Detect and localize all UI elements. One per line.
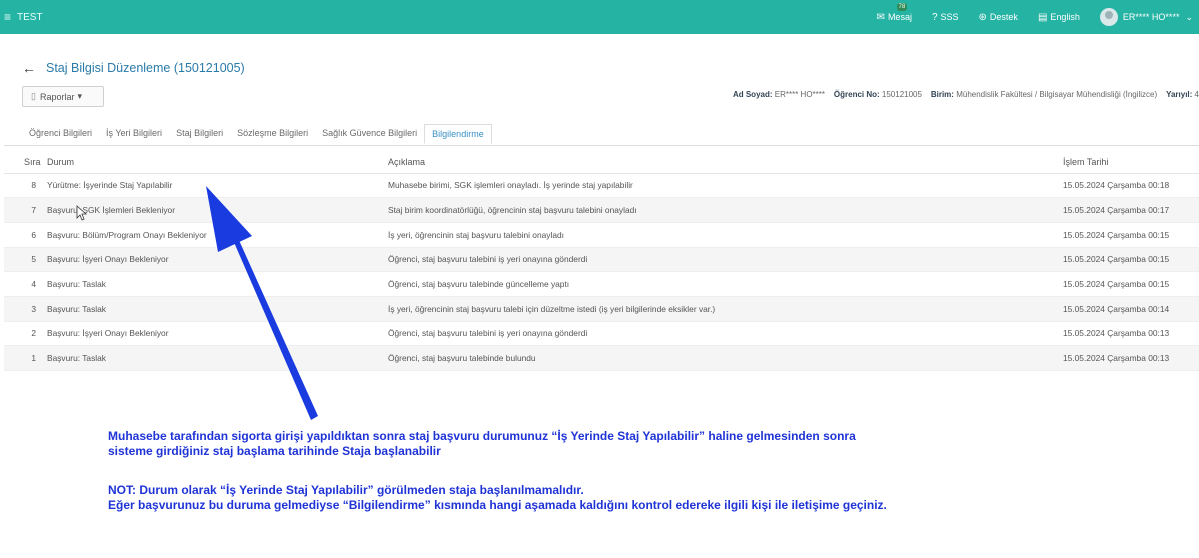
cell-sira: 2 (31, 328, 36, 339)
user-menu[interactable]: ER**** HO**** ⌄ (1099, 8, 1199, 26)
cell-durum: Başvuru: İşyeri Onayı Bekleniyor (47, 254, 169, 265)
note-line-3: NOT: Durum olarak “İş Yerinde Staj Yapıl… (108, 483, 584, 497)
student-no-label: Öğrenci No: (833, 90, 880, 99)
name-value: ER**** HO**** (774, 90, 825, 99)
cell-sira: 7 (31, 205, 36, 216)
table-header-row: Sıra Durum Açıklama İşlem Tarihi (4, 151, 1199, 174)
language-icon: ▤ (1037, 11, 1048, 23)
envelope-icon: ✉ (876, 11, 885, 23)
header-aciklama[interactable]: Açıklama (388, 151, 1063, 174)
table-row[interactable]: 3 Başvuru: Taslak İş yeri, öğrencinin st… (4, 296, 1199, 322)
support-icon: ⊛ (978, 11, 987, 23)
tab-divider (4, 145, 1199, 146)
tab-sozlesme-bilgileri[interactable]: Sözleşme Bilgileri (230, 124, 315, 144)
tab-bilgilendirme[interactable]: Bilgilendirme (424, 124, 492, 144)
cell-sira: 6 (31, 229, 36, 240)
table-row[interactable]: 1 Başvuru: Taslak Öğrenci, staj başvuru … (4, 345, 1199, 371)
cell-tarih: 15.05.2024 Çarşamba 00:15 (1063, 279, 1170, 290)
table-row[interactable]: 5 Başvuru: İşyeri Onayı Bekleniyor Öğren… (4, 247, 1199, 272)
name-label: Ad Soyad: (732, 90, 773, 99)
header-durum[interactable]: Durum (47, 151, 388, 174)
tab-ogrenci-bilgileri[interactable]: Öğrenci Bilgileri (22, 124, 99, 144)
cell-durum: Başvuru: SGK İşlemleri Bekleniyor (47, 205, 175, 216)
status-history-table: Sıra Durum Açıklama İşlem Tarihi 8 Yürüt… (4, 151, 1199, 371)
unit-label: Birim: (930, 90, 954, 99)
support-label: Destek (989, 12, 1018, 22)
unit-value: Mühendislik Fakültesi / Bilgisayar Mühen… (956, 90, 1158, 99)
message-link[interactable]: ✉ Mesaj 78 (876, 2, 912, 23)
language-label: English (1050, 12, 1080, 22)
cell-aciklama: İş yeri, öğrencinin staj başvuru talebi … (388, 303, 716, 314)
faq-link[interactable]: ? SSS (932, 12, 959, 23)
note-line-1: Muhasebe tarafından sigorta girişi yapıl… (108, 429, 856, 443)
top-navbar: ≡ TEST ✉ Mesaj 78 ? SSS ⊛ Destek ▤ Engli… (0, 0, 1199, 34)
cell-tarih: 15.05.2024 Çarşamba 00:13 (1063, 328, 1170, 339)
cell-sira: 1 (31, 353, 36, 364)
semester-value: 4 (1194, 90, 1199, 99)
table-row[interactable]: 6 Başvuru: Bölüm/Program Onayı Bekleniyo… (4, 222, 1199, 248)
cell-tarih: 15.05.2024 Çarşamba 00:17 (1063, 205, 1170, 216)
table-row[interactable]: 2 Başvuru: İşyeri Onayı Bekleniyor Öğren… (4, 321, 1199, 346)
cell-durum: Başvuru: Taslak (47, 303, 106, 314)
mouse-cursor-icon (76, 205, 88, 221)
cell-sira: 4 (31, 279, 36, 290)
message-label: Mesaj (887, 12, 912, 22)
cell-durum: Başvuru: Taslak (47, 279, 106, 290)
cell-aciklama: Öğrenci, staj başvuru talebini iş yeri o… (388, 328, 588, 339)
cell-durum: Başvuru: İşyeri Onayı Bekleniyor (47, 328, 169, 339)
tab-saglik-guvence-bilgileri[interactable]: Sağlık Güvence Bilgileri (315, 124, 424, 144)
cell-tarih: 15.05.2024 Çarşamba 00:14 (1063, 303, 1170, 314)
semester-label: Yarıyıl: (1166, 90, 1193, 99)
student-no-value: 150121005 (881, 90, 922, 99)
cell-tarih: 15.05.2024 Çarşamba 00:15 (1063, 254, 1170, 265)
caret-down-icon: ▾ (77, 91, 82, 101)
faq-label: SSS (940, 12, 959, 22)
document-icon: ▯ (31, 91, 36, 101)
cell-aciklama: Öğrenci, staj başvuru talebini iş yeri o… (388, 254, 588, 265)
student-info: Ad Soyad: ER**** HO**** Öğrenci No: 1501… (733, 90, 1199, 99)
tab-staj-bilgileri[interactable]: Staj Bilgileri (169, 124, 230, 144)
cell-durum: Yürütme: İşyerinde Staj Yapılabilir (47, 180, 173, 191)
support-link[interactable]: ⊛ Destek (979, 12, 1018, 23)
language-link[interactable]: ▤ English (1038, 12, 1080, 23)
note-line-4: Eğer başvurunuz bu duruma gelmediyse “Bi… (108, 498, 887, 512)
page-title: Staj Bilgisi Düzenleme (150121005) (46, 61, 245, 75)
reports-label: Raporlar (39, 91, 75, 102)
note-line-2: sisteme girdiğiniz staj başlama tarihind… (108, 444, 441, 458)
cell-sira: 8 (31, 180, 36, 191)
table-row[interactable]: 7 Başvuru: SGK İşlemleri Bekleniyor Staj… (4, 197, 1199, 223)
cell-aciklama: Muhasebe birimi, SGK işlemleri onayladı.… (388, 180, 633, 191)
message-count-badge: 78 (896, 2, 908, 11)
app-name: TEST (17, 11, 43, 23)
chevron-down-icon: ⌄ (1185, 11, 1193, 22)
cell-durum: Başvuru: Taslak (47, 353, 106, 364)
cell-durum: Başvuru: Bölüm/Program Onayı Bekleniyor (47, 229, 207, 240)
reports-button[interactable]: ▯ Raporlar ▾ (22, 86, 104, 107)
menu-icon[interactable]: ≡ (4, 10, 11, 24)
cell-tarih: 15.05.2024 Çarşamba 00:18 (1063, 180, 1170, 191)
app-brand[interactable]: ≡ TEST (0, 10, 43, 24)
cell-aciklama: Staj birim koordinatörlüğü, öğrencinin s… (388, 205, 637, 216)
cell-aciklama: İş yeri, öğrencinin staj başvuru talebin… (388, 229, 564, 240)
cell-sira: 5 (31, 254, 36, 265)
cell-tarih: 15.05.2024 Çarşamba 00:13 (1063, 353, 1170, 364)
tab-bar: Öğrenci Bilgileri İş Yeri Bilgileri Staj… (22, 124, 492, 144)
cell-sira: 3 (31, 303, 36, 314)
question-icon: ? (931, 11, 938, 23)
cell-tarih: 15.05.2024 Çarşamba 00:15 (1063, 229, 1170, 240)
avatar (1099, 8, 1118, 26)
user-name: ER**** HO**** (1122, 12, 1180, 22)
cell-aciklama: Öğrenci, staj başvuru talebinde bulundu (388, 353, 536, 364)
table-row[interactable]: 4 Başvuru: Taslak Öğrenci, staj başvuru … (4, 272, 1199, 297)
header-islem-tarihi[interactable]: İşlem Tarihi (1063, 151, 1199, 174)
header-sira[interactable]: Sıra (4, 151, 47, 174)
back-arrow-icon[interactable]: ← (22, 60, 36, 76)
table-row[interactable]: 8 Yürütme: İşyerinde Staj Yapılabilir Mu… (4, 173, 1199, 198)
tab-is-yeri-bilgileri[interactable]: İş Yeri Bilgileri (99, 124, 169, 144)
cell-aciklama: Öğrenci, staj başvuru talebinde güncelle… (388, 279, 570, 290)
